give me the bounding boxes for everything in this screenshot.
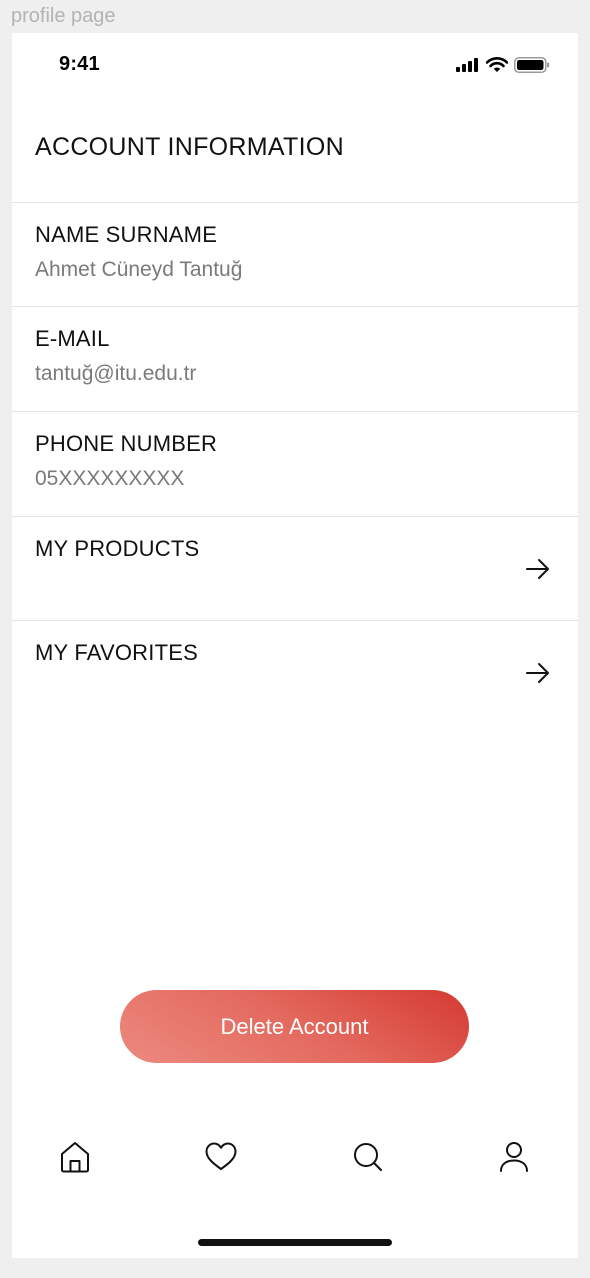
email-row: E-MAIL tantuğ@itu.edu.tr — [12, 307, 578, 411]
page-title: ACCOUNT INFORMATION — [35, 133, 344, 161]
email-label: E-MAIL — [35, 326, 110, 351]
battery-icon — [514, 57, 550, 73]
status-time: 9:41 — [59, 53, 100, 75]
my-favorites-row[interactable]: MY FAVORITES — [12, 621, 578, 725]
wifi-icon — [486, 57, 508, 72]
email-value: tantuğ@itu.edu.tr — [35, 362, 197, 385]
arrow-right-icon[interactable] — [524, 659, 552, 687]
phone-label: PHONE NUMBER — [35, 431, 218, 456]
home-indicator — [198, 1239, 392, 1246]
home-icon[interactable] — [57, 1139, 93, 1175]
phone-screen: 9:41 ACCOUNT INFORMATION NAME SURNAME Ah… — [12, 33, 578, 1258]
phone-row: PHONE NUMBER 05XXXXXXXXX — [12, 412, 578, 516]
tab-bar — [12, 1133, 578, 1183]
delete-account-button[interactable]: Delete Account — [120, 990, 469, 1063]
status-bar: 9:41 — [12, 33, 578, 97]
name-row: NAME SURNAME Ahmet Cüneyd Tantuğ — [12, 203, 578, 307]
heart-icon[interactable] — [203, 1139, 239, 1175]
arrow-right-icon[interactable] — [524, 555, 552, 583]
my-products-label: MY PRODUCTS — [35, 536, 200, 561]
frame-label: profile page — [11, 5, 116, 27]
name-label: NAME SURNAME — [35, 222, 218, 247]
phone-value: 05XXXXXXXXX — [35, 467, 185, 490]
profile-icon[interactable] — [496, 1139, 532, 1175]
search-icon[interactable] — [350, 1139, 386, 1175]
my-products-row[interactable]: MY PRODUCTS — [12, 517, 578, 621]
name-value: Ahmet Cüneyd Tantuğ — [35, 258, 243, 281]
status-icons — [456, 57, 550, 73]
my-favorites-label: MY FAVORITES — [35, 640, 198, 665]
signal-icon — [456, 58, 478, 72]
